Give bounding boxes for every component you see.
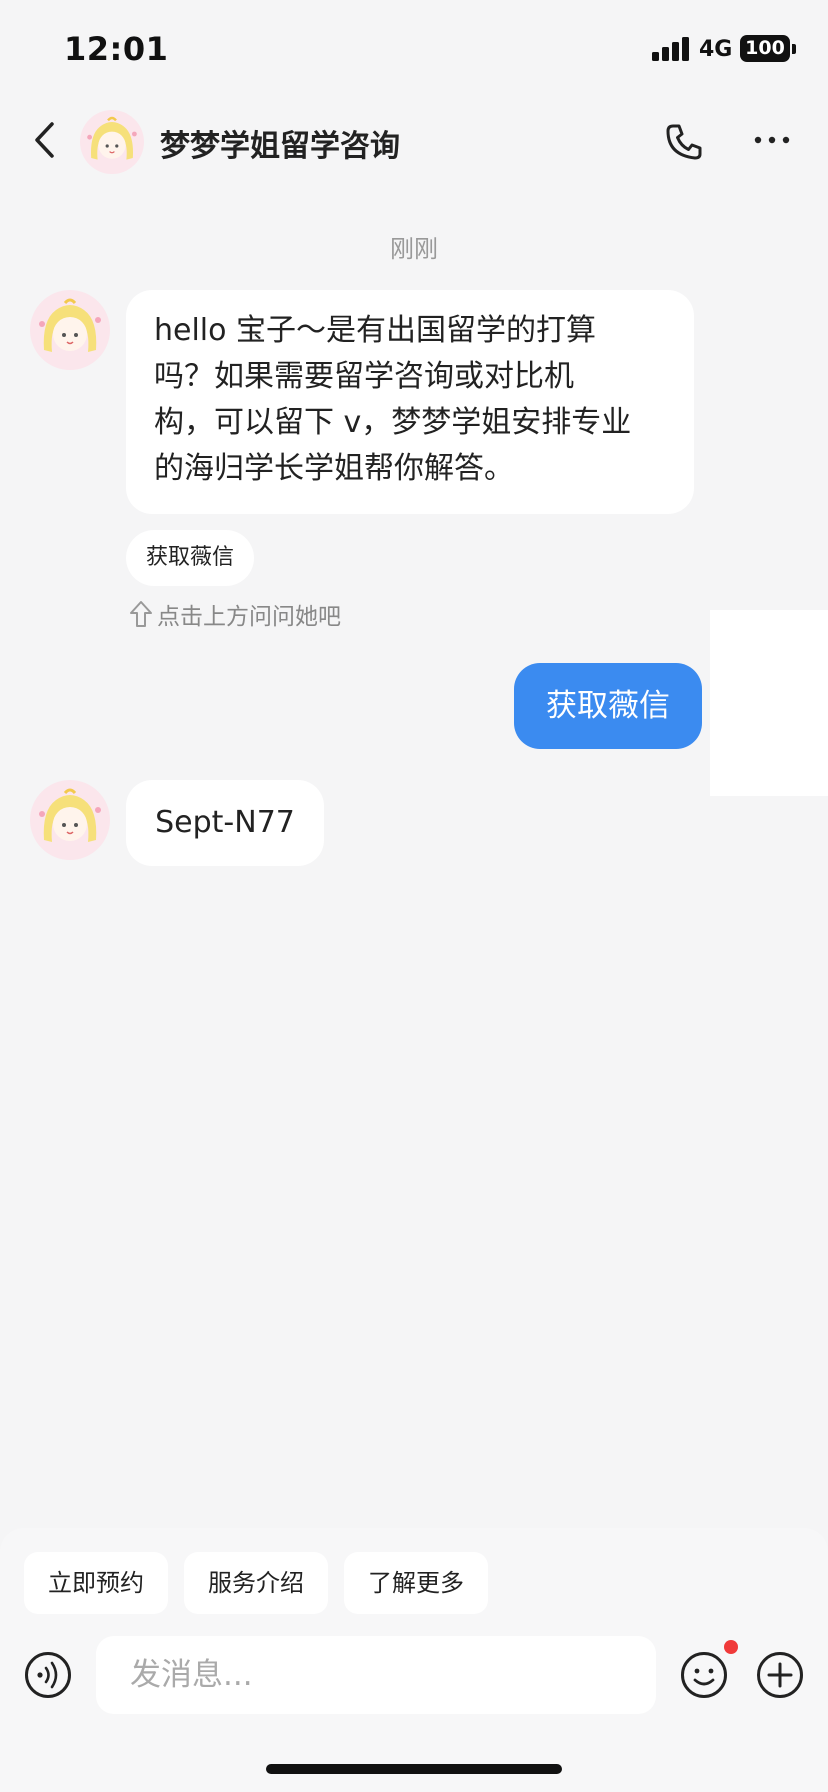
quick-button-services[interactable]: 服务介绍	[184, 1552, 328, 1614]
battery-tip	[792, 44, 796, 54]
emoji-icon[interactable]	[680, 1651, 728, 1699]
hint-text: 点击上方问问她吧	[157, 604, 341, 630]
contact-avatar[interactable]	[80, 110, 144, 174]
notification-dot	[724, 1640, 738, 1654]
incoming-message: Sept-N77	[126, 780, 324, 866]
message-line: 的海归学长学姐帮你解答。	[154, 451, 514, 486]
message-line: 吗？如果需要留学咨询或对比机	[154, 359, 574, 394]
chat-screen: 12:01 4G 100 梦梦学姐留学咨询 刚刚 hello 宝子～是有出国留学…	[0, 0, 828, 1792]
more-icon[interactable]	[752, 132, 792, 148]
message-input[interactable]: 发消息...	[96, 1636, 656, 1714]
voice-icon[interactable]	[24, 1651, 72, 1699]
quick-button-more-info[interactable]: 了解更多	[344, 1552, 488, 1614]
quick-button-book[interactable]: 立即预约	[24, 1552, 168, 1614]
battery-indicator: 100	[740, 35, 790, 62]
message-line: 构，可以留下 v，梦梦学姐安排专业	[154, 405, 632, 440]
phone-icon[interactable]	[664, 122, 704, 162]
incoming-message: hello 宝子～是有出国留学的打算 吗？如果需要留学咨询或对比机 构，可以留下…	[126, 290, 694, 514]
signal-icon	[652, 37, 689, 61]
side-panel	[710, 610, 828, 796]
plus-icon[interactable]	[756, 1651, 804, 1699]
quick-reply-chip[interactable]: 获取薇信	[126, 530, 254, 586]
outgoing-message: 获取薇信	[514, 663, 702, 749]
hint-row: 点击上方问问她吧	[128, 598, 341, 630]
network-type: 4G	[699, 37, 733, 62]
arrow-up-icon	[130, 601, 152, 627]
contact-avatar[interactable]	[30, 290, 110, 370]
home-indicator	[266, 1764, 562, 1774]
message-line: hello 宝子～是有出国留学的打算	[154, 313, 597, 348]
chat-title: 梦梦学姐留学咨询	[160, 129, 400, 164]
back-icon[interactable]	[28, 118, 64, 162]
status-time: 12:01	[64, 30, 169, 68]
chat-timestamp: 刚刚	[390, 235, 438, 263]
contact-avatar[interactable]	[30, 780, 110, 860]
